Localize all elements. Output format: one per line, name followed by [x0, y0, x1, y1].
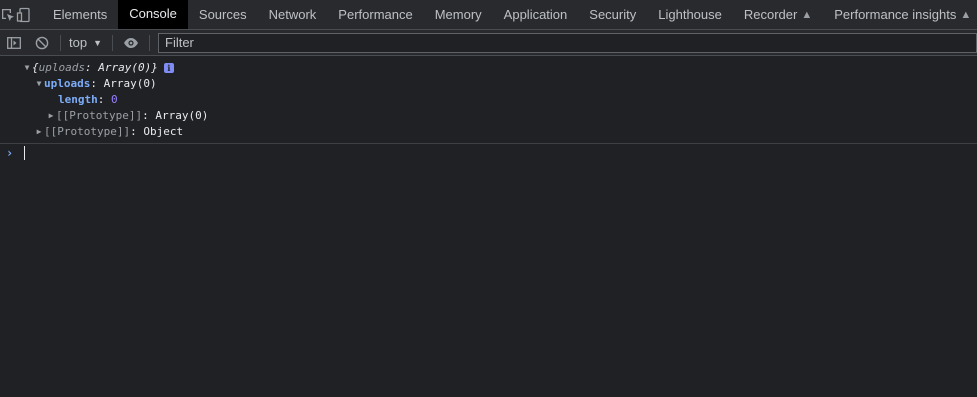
tab-elements[interactable]: Elements — [42, 0, 118, 29]
clear-console-icon — [35, 36, 49, 49]
device-toolbar-icon — [16, 7, 30, 22]
property-row-array-prototype[interactable]: ▶ [[Prototype]]: Array(0) — [0, 108, 977, 124]
property-value: Array(0) — [155, 109, 209, 122]
tab-application[interactable]: Application — [493, 0, 579, 29]
tab-label: Elements — [53, 7, 108, 22]
property-separator: : — [142, 109, 156, 122]
tab-recorder[interactable]: Recorder ▲ — [733, 0, 823, 29]
tab-console[interactable]: Console — [118, 0, 188, 29]
flask-icon: ▲ — [801, 8, 813, 21]
tab-label: Console — [129, 6, 177, 21]
property-key: uploads — [44, 77, 91, 90]
tab-label: Memory — [434, 7, 482, 22]
tab-performance-insights[interactable]: Performance insights ▲ — [823, 0, 977, 29]
context-selector[interactable]: top ▼ — [65, 30, 108, 55]
expanded-triangle-icon[interactable]: ▼ — [22, 60, 32, 76]
property-key: [[Prototype]] — [56, 109, 143, 122]
prompt-chevron-icon: › — [6, 146, 14, 160]
tab-network[interactable]: Network — [258, 0, 328, 29]
sidebar-toggle-icon — [7, 36, 21, 49]
inspect-element-button[interactable] — [0, 0, 16, 29]
toolbar-divider — [60, 34, 61, 51]
collapsed-triangle-icon[interactable]: ▶ — [34, 124, 44, 140]
tab-security[interactable]: Security — [578, 0, 647, 29]
tab-label: Performance insights — [834, 7, 957, 22]
object-summary-row[interactable]: ▼ {uploads: Array(0)} i — [0, 60, 977, 76]
tab-sources[interactable]: Sources — [188, 0, 258, 29]
tab-label: Lighthouse — [658, 7, 722, 22]
console-message: ▼ {uploads: Array(0)} i ▼ uploads: Array… — [0, 56, 977, 144]
summary-value: Array(0) — [98, 61, 152, 74]
text-cursor — [24, 146, 25, 160]
tab-label: Recorder — [743, 7, 798, 22]
tab-label: Sources — [198, 7, 247, 22]
live-expression-eye-icon — [124, 37, 138, 48]
expanded-triangle-icon[interactable]: ▼ — [34, 76, 44, 92]
property-value: Object — [143, 125, 184, 138]
tab-label: Network — [268, 7, 317, 22]
console-output: ▼ {uploads: Array(0)} i ▼ uploads: Array… — [0, 56, 977, 397]
property-value: Array(0) — [103, 77, 157, 90]
summary-open-brace: { — [32, 61, 39, 74]
flask-icon: ▲ — [960, 8, 972, 21]
summary-key: uploads — [38, 61, 85, 74]
live-expression-button[interactable] — [117, 30, 145, 55]
summary-close-brace: } — [151, 61, 158, 74]
tab-label: Performance — [338, 7, 413, 22]
info-icon[interactable]: i — [163, 63, 174, 73]
property-key: length — [58, 93, 98, 106]
property-separator: : — [97, 93, 111, 106]
property-value: 0 — [111, 93, 118, 106]
filter-input[interactable] — [158, 32, 977, 53]
context-label: top — [69, 35, 88, 50]
property-row-object-prototype[interactable]: ▶ [[Prototype]]: Object — [0, 124, 977, 140]
tab-memory[interactable]: Memory — [424, 0, 493, 29]
clear-console-button[interactable] — [28, 30, 56, 55]
chevron-down-icon: ▼ — [93, 37, 102, 48]
devtools-tabbar: Elements Console Sources Network Perform… — [0, 0, 977, 30]
toolbar-divider — [112, 34, 113, 51]
property-separator: : — [90, 77, 104, 90]
property-separator: : — [130, 125, 144, 138]
tab-label: Security — [589, 7, 637, 22]
tab-lighthouse[interactable]: Lighthouse — [647, 0, 733, 29]
tab-performance[interactable]: Performance — [327, 0, 423, 29]
collapsed-triangle-icon[interactable]: ▶ — [46, 108, 56, 124]
property-row-length: length: 0 — [0, 92, 977, 108]
inspect-element-icon — [2, 8, 14, 21]
console-prompt[interactable]: › — [0, 144, 977, 162]
tab-label: Application — [503, 7, 568, 22]
device-toolbar-button[interactable] — [16, 0, 32, 29]
property-row-uploads[interactable]: ▼ uploads: Array(0) — [0, 76, 977, 92]
summary-separator: : — [84, 61, 99, 74]
toolbar-divider — [149, 34, 150, 51]
console-toolbar: top ▼ — [0, 30, 977, 56]
sidebar-toggle-button[interactable] — [0, 30, 28, 55]
property-key: [[Prototype]] — [44, 125, 131, 138]
